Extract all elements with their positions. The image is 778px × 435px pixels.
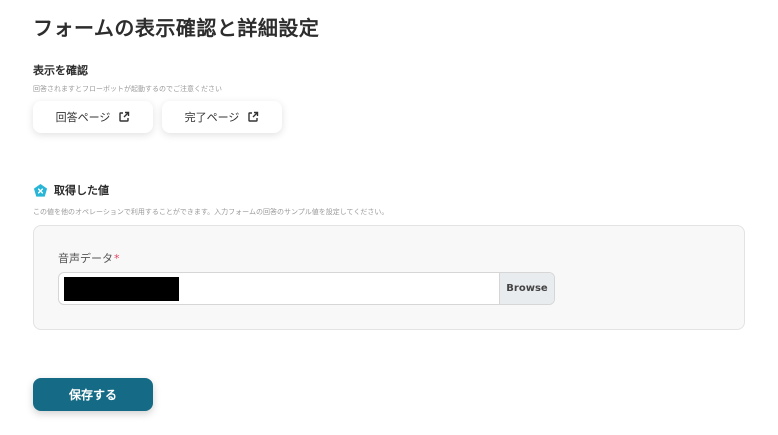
- audio-data-label-text: 音声データ: [58, 252, 113, 265]
- redacted-filename: [64, 277, 179, 301]
- audio-file-input[interactable]: Browse: [58, 272, 555, 305]
- audio-data-label: 音声データ*: [58, 250, 120, 266]
- external-link-icon: [248, 111, 259, 122]
- sample-value-panel: 音声データ* Browse: [33, 225, 745, 330]
- save-button[interactable]: 保存する: [33, 378, 153, 411]
- browse-button[interactable]: Browse: [499, 273, 554, 304]
- answer-page-label: 回答ページ: [55, 111, 111, 124]
- done-page-label: 完了ページ: [184, 111, 240, 124]
- pentagon-x-icon: [33, 183, 48, 197]
- external-link-icon: [119, 111, 130, 122]
- answer-page-button[interactable]: 回答ページ: [33, 101, 153, 133]
- acquired-value-label: 取得した値: [54, 184, 109, 197]
- done-page-button[interactable]: 完了ページ: [162, 101, 282, 133]
- display-check-label: 表示を確認: [33, 64, 88, 77]
- display-check-hint: 回答されますとフローボットが起動するのでご注意ください: [33, 85, 222, 93]
- required-mark: *: [114, 252, 120, 265]
- page-title: フォームの表示確認と詳細設定: [33, 16, 320, 40]
- acquired-value-hint: この値を他のオペレーションで利用することができます。入力フォームの回答のサンプル…: [33, 208, 389, 216]
- acquired-value-heading: 取得した値: [33, 182, 109, 198]
- file-name-display[interactable]: [59, 273, 499, 304]
